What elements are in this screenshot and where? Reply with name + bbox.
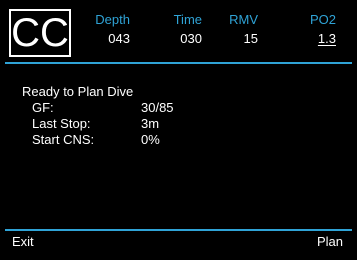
rmv-label: RMV	[229, 12, 258, 27]
po2-label: PO2	[309, 12, 336, 27]
start-cns-label: Start CNS:	[32, 132, 95, 147]
header-divider	[5, 62, 352, 64]
po2-value: 1.3	[317, 31, 336, 46]
last-stop-label: Last Stop:	[32, 116, 91, 131]
rmv-value: 15	[243, 31, 258, 46]
time-column: Time 030	[150, 12, 202, 47]
po2-column: PO2 1.3	[296, 12, 336, 47]
depth-column: Depth 043	[78, 12, 130, 47]
start-cns-value: 0%	[141, 132, 160, 147]
gf-value: 30/85	[141, 100, 174, 115]
planner-title: Ready to Plan Dive	[22, 84, 134, 99]
plan-button[interactable]: Plan	[317, 234, 343, 249]
last-stop-value: 3m	[141, 116, 160, 131]
time-label: Time	[173, 12, 202, 27]
depth-value: 043	[108, 31, 130, 46]
footer-divider	[5, 229, 352, 231]
dive-computer-screen: CC Depth 043 Time 030 RMV 15 PO2 1.3 Rea…	[0, 0, 357, 260]
mode-indicator: CC	[9, 9, 71, 57]
gf-label: GF:	[32, 100, 54, 115]
rmv-column: RMV 15	[214, 12, 258, 47]
exit-button[interactable]: Exit	[12, 234, 34, 249]
depth-label: Depth	[95, 12, 130, 27]
time-value: 030	[180, 31, 202, 46]
